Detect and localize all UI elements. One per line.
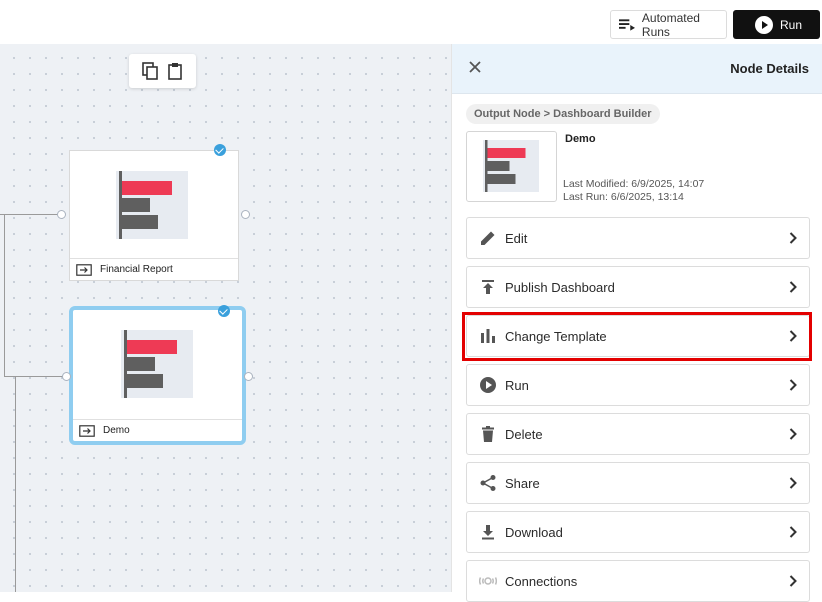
automated-runs-button[interactable]: Automated Runs [610, 10, 727, 39]
output-node-icon [79, 424, 95, 437]
node-footer: Demo [73, 419, 242, 441]
node-preview [466, 131, 557, 202]
bar-chart-thumbnail [483, 140, 539, 192]
node-label: Demo [103, 425, 130, 436]
connector-line [4, 214, 5, 376]
node-details-panel: Node Details Output Node > Dashboard Bui… [451, 44, 822, 602]
automated-runs-label: Automated Runs [641, 10, 700, 39]
playlist-icon [619, 18, 635, 31]
chevron-right-icon [789, 281, 797, 293]
last-run: Last Run: 6/6/2025, 13:14 [563, 190, 684, 203]
chevron-right-icon [789, 526, 797, 538]
breadcrumb: Output Node > Dashboard Builder [466, 104, 660, 124]
copy-icon[interactable] [141, 62, 158, 80]
action-label: Download [505, 524, 563, 540]
run-action-button[interactable]: Run [466, 364, 810, 406]
node-meta: Last Modified: 6/9/2025, 14:07 Last Run:… [563, 178, 704, 203]
chevron-right-icon [789, 232, 797, 244]
chevron-right-icon [789, 330, 797, 342]
workflow-canvas[interactable]: Financial Report Demo [0, 44, 451, 592]
action-label: Publish Dashboard [505, 279, 615, 295]
action-label: Delete [505, 426, 543, 442]
canvas-toolbar [129, 54, 196, 88]
action-label: Edit [505, 230, 528, 246]
panel-title: Node Details [730, 61, 809, 76]
pencil-icon [479, 229, 497, 247]
connections-icon [479, 572, 497, 590]
node-name: Demo [565, 133, 596, 145]
node-demo[interactable]: Demo [69, 306, 246, 445]
run-button[interactable]: Run [733, 10, 820, 39]
connections-button[interactable]: Connections [466, 560, 810, 602]
publish-dashboard-button[interactable]: Publish Dashboard [466, 266, 810, 308]
check-icon [214, 144, 226, 156]
output-node-icon [76, 263, 92, 276]
trash-icon [479, 425, 497, 443]
input-port[interactable] [57, 210, 66, 219]
check-icon [218, 305, 230, 317]
chevron-right-icon [789, 477, 797, 489]
node-footer: Financial Report [70, 258, 238, 280]
play-circle-icon [479, 376, 497, 394]
delete-button[interactable]: Delete [466, 413, 810, 455]
bar-chart-thumbnail [116, 171, 188, 239]
edit-button[interactable]: Edit [466, 217, 810, 259]
action-label: Connections [505, 573, 578, 589]
top-bar: Automated Runs Run [0, 0, 822, 44]
output-port[interactable] [244, 372, 253, 381]
run-label: Run [780, 17, 803, 32]
bar-chart-thumbnail [121, 330, 193, 398]
download-icon [479, 523, 497, 541]
panel-header: Node Details [452, 44, 822, 94]
output-port[interactable] [241, 210, 250, 219]
change-template-button[interactable]: Change Template [466, 315, 810, 357]
node-financial-report[interactable]: Financial Report [69, 150, 239, 281]
publish-icon [479, 278, 497, 296]
action-label: Run [505, 377, 529, 393]
chevron-right-icon [789, 575, 797, 587]
connector-line [15, 376, 16, 592]
share-button[interactable]: Share [466, 462, 810, 504]
paste-icon[interactable] [167, 62, 183, 80]
chevron-right-icon [789, 428, 797, 440]
connector-line [0, 214, 62, 215]
action-label: Change Template [505, 328, 607, 344]
action-label: Share [505, 475, 540, 491]
input-port[interactable] [62, 372, 71, 381]
node-label: Financial Report [100, 264, 173, 275]
last-modified: Last Modified: 6/9/2025, 14:07 [563, 178, 705, 190]
bar-chart-icon [479, 327, 497, 345]
chevron-right-icon [789, 379, 797, 391]
download-button[interactable]: Download [466, 511, 810, 553]
share-icon [479, 474, 497, 492]
connector-line [4, 376, 68, 377]
close-icon[interactable] [468, 60, 482, 74]
play-icon [755, 15, 773, 34]
